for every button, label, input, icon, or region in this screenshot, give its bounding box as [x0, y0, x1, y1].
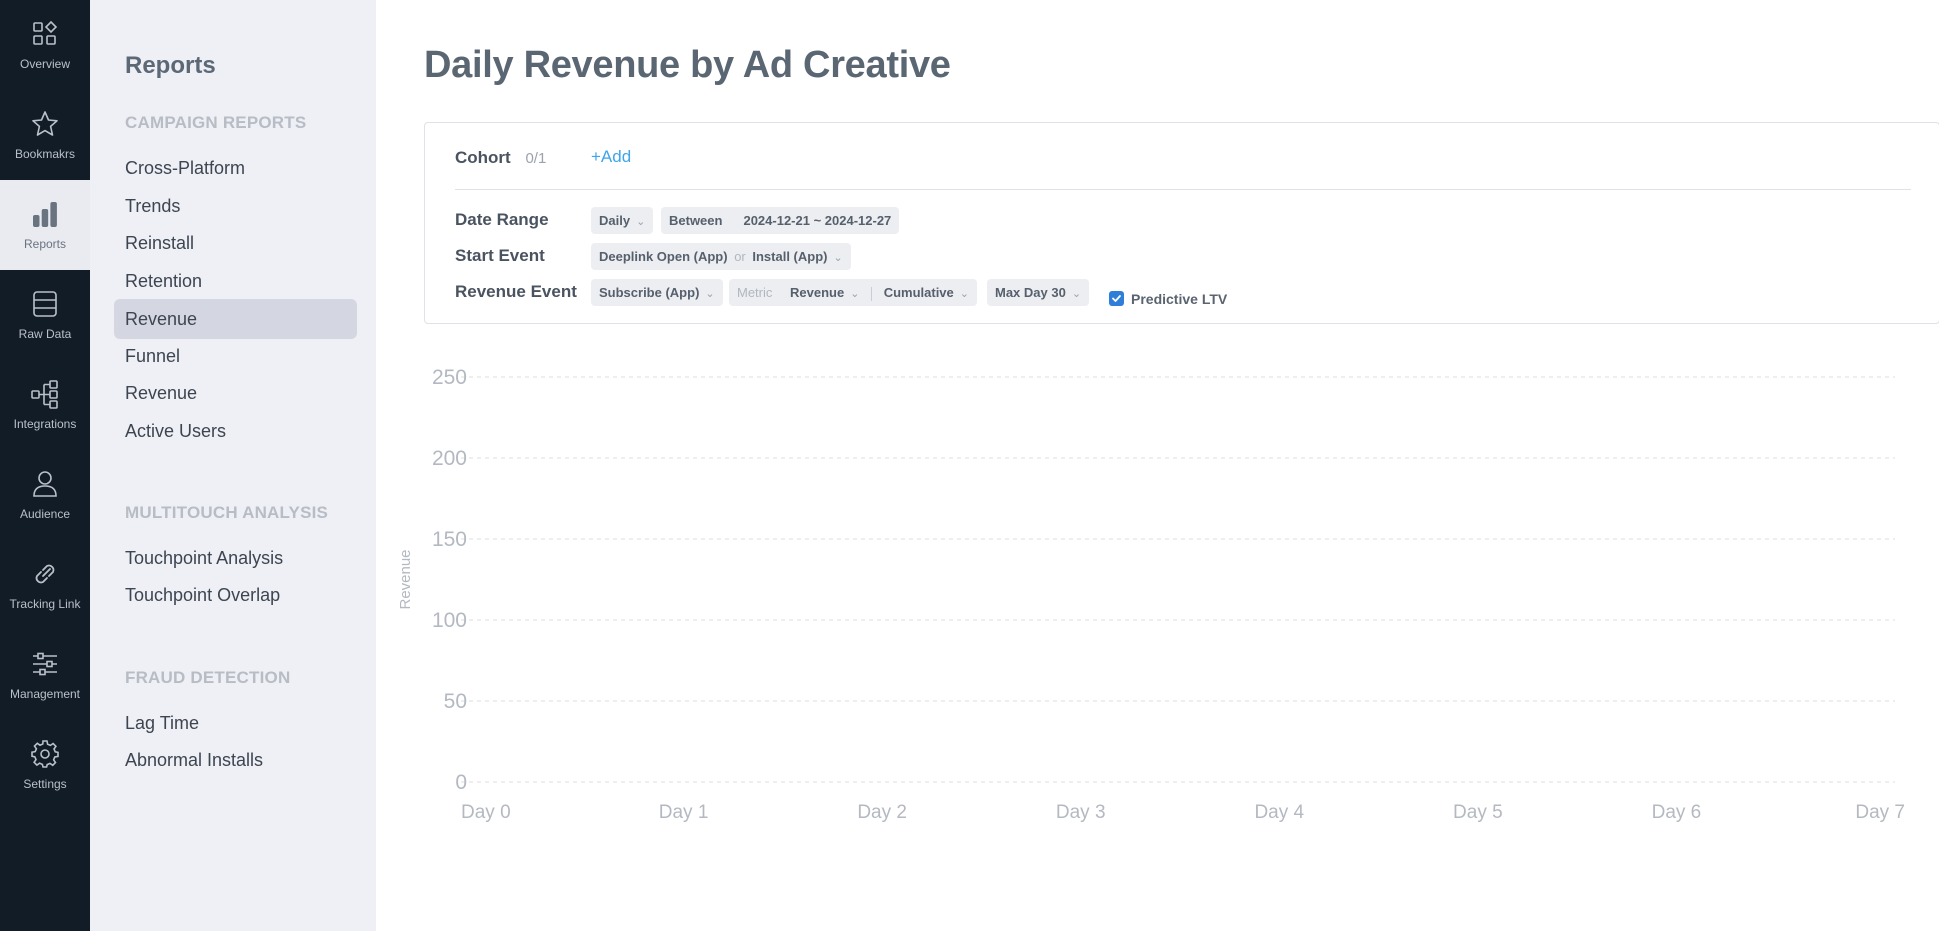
- x-tick-label: Day 1: [659, 802, 709, 823]
- section-heading-campaign-reports: CAMPAIGN REPORTS: [125, 113, 307, 132]
- reports-sidebar: Reports CAMPAIGN REPORTS Cross-Platform …: [90, 0, 376, 931]
- rail-label: Management: [9, 687, 81, 701]
- person-icon: [33, 471, 57, 497]
- sidebar-title: Reports: [125, 52, 216, 79]
- section-heading-multitouch-analysis: MULTITOUCH ANALYSIS: [125, 503, 329, 522]
- rail-label: Bookmakrs: [14, 147, 76, 161]
- rail-item-bookmarks[interactable]: Bookmakrs: [0, 90, 90, 180]
- rail-label: Overview: [19, 57, 70, 71]
- x-tick-label: Day 4: [1254, 802, 1304, 823]
- rail-item-audience[interactable]: Audience: [0, 450, 90, 540]
- rail-label: Settings: [23, 777, 67, 791]
- sidebar-item-abnormal-installs[interactable]: Abnormal Installs: [114, 740, 357, 780]
- y-tick-label: 100: [432, 609, 467, 632]
- sidebar-item-revenue[interactable]: Revenue: [114, 373, 357, 413]
- rail-item-settings[interactable]: Settings: [0, 720, 90, 810]
- x-tick-label: Day 3: [1056, 802, 1106, 823]
- sidebar-item-lag-time[interactable]: Lag Time: [114, 703, 357, 743]
- y-tick-label: 250: [432, 366, 467, 389]
- star-icon: [32, 111, 58, 136]
- database-icon: [33, 291, 57, 317]
- bar-chart-icon: [33, 202, 57, 227]
- rail-item-raw-data[interactable]: Raw Data: [0, 270, 90, 360]
- sliders-icon: [33, 652, 57, 676]
- sidebar-item-reinstall[interactable]: Reinstall: [114, 223, 357, 263]
- rail-item-reports[interactable]: Reports: [0, 180, 90, 270]
- x-tick-label: Day 0: [461, 802, 511, 823]
- y-tick-label: 50: [444, 690, 467, 713]
- rail-label: Audience: [19, 507, 71, 521]
- rail-label: Raw Data: [18, 327, 72, 341]
- revenue-chart: 0 50 100 150 200 250 Day 0 Day 1 Day 2 Day 3 Day 4…: [397, 366, 1905, 823]
- sidebar-item-cross-platform[interactable]: Cross-Platform: [114, 148, 357, 188]
- x-tick-label: Day 6: [1652, 802, 1702, 823]
- sidebar-item-trends[interactable]: Trends: [114, 186, 357, 226]
- y-tick-label: 200: [432, 447, 467, 470]
- x-tick-label: Day 2: [857, 802, 907, 823]
- link-icon: [35, 564, 55, 584]
- x-tick-label: Day 5: [1453, 802, 1503, 823]
- icon-rail: Overview Bookmakrs Reports Raw Data Inte…: [0, 0, 90, 931]
- sidebar-item-touchpoint-analysis[interactable]: Touchpoint Analysis: [114, 538, 357, 578]
- rail-item-management[interactable]: Management: [0, 630, 90, 720]
- overview-icon: [33, 20, 58, 45]
- x-tick-label: Day 7: [1855, 802, 1905, 823]
- section-heading-fraud-detection: FRAUD DETECTION: [125, 668, 291, 687]
- sidebar-item-retention[interactable]: Retention: [114, 261, 357, 301]
- rail-label: Reports: [23, 237, 67, 251]
- rail-item-tracking-link[interactable]: Tracking Link: [0, 540, 90, 630]
- rail-item-integrations[interactable]: Integrations: [0, 360, 90, 450]
- main-content: Daily Revenue by Ad Creative Cohort 0/1 …: [376, 0, 1939, 931]
- y-axis-label: Revenue: [397, 549, 414, 609]
- integrations-icon: [31, 380, 58, 409]
- y-tick-label: 0: [455, 771, 467, 794]
- sidebar-item-active-users[interactable]: Active Users: [114, 411, 357, 451]
- sidebar-item-funnel[interactable]: Funnel: [114, 336, 357, 376]
- y-tick-label: 150: [432, 528, 467, 551]
- gear-icon: [31, 740, 59, 768]
- rail-label: Integrations: [13, 417, 77, 431]
- sidebar-item-revenue-active[interactable]: Revenue: [114, 299, 357, 339]
- rail-item-overview[interactable]: Overview: [0, 0, 90, 90]
- sidebar-item-touchpoint-overlap[interactable]: Touchpoint Overlap: [114, 575, 357, 615]
- rail-label: Tracking Link: [9, 597, 81, 611]
